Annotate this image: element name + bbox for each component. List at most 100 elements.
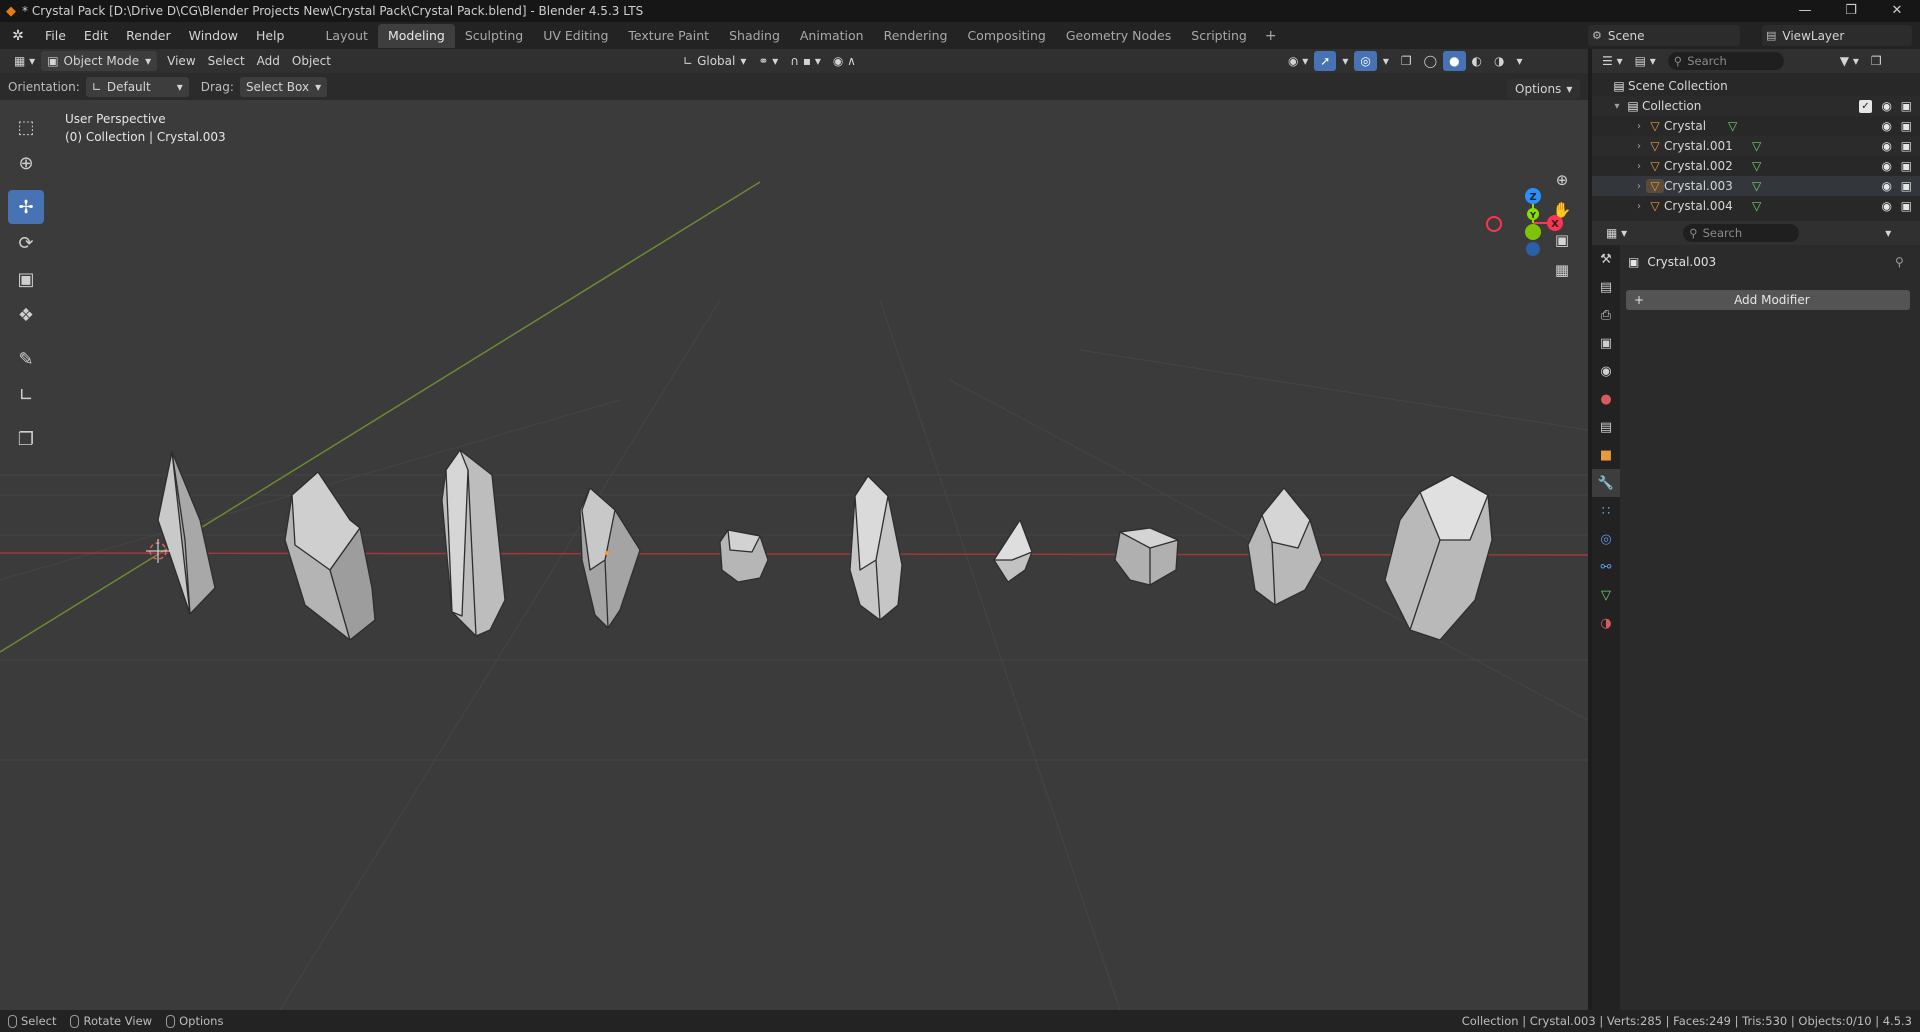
add-cube-tool-icon[interactable]: ❐ bbox=[8, 422, 44, 456]
crystal-mesh[interactable] bbox=[1247, 487, 1323, 606]
camera-view-icon[interactable]: ▣ bbox=[1548, 226, 1576, 254]
tab-rendering[interactable]: Rendering bbox=[874, 24, 958, 48]
camera-icon[interactable]: ▣ bbox=[1901, 199, 1912, 213]
physics-tab-icon[interactable]: ◎ bbox=[1592, 525, 1620, 553]
properties-editor-type-icon[interactable]: ▦ ▾ bbox=[1600, 223, 1633, 243]
close-button[interactable]: ✕ bbox=[1874, 0, 1920, 22]
tab-compositing[interactable]: Compositing bbox=[957, 24, 1055, 48]
mesh-data-icon[interactable]: ▽ bbox=[1752, 159, 1761, 173]
tab-animation[interactable]: Animation bbox=[790, 24, 874, 48]
outliner-object-row-selected[interactable]: › ▽ Crystal.003 ▽ ◉ ▣ bbox=[1592, 176, 1920, 196]
eye-icon[interactable]: ◉ bbox=[1882, 119, 1892, 133]
expand-right-icon[interactable]: › bbox=[1632, 161, 1646, 172]
cursor-tool-icon[interactable]: ⊕ bbox=[8, 146, 44, 180]
tab-shading[interactable]: Shading bbox=[719, 24, 790, 48]
menu-help[interactable]: Help bbox=[247, 28, 294, 43]
menu-select[interactable]: Select bbox=[202, 51, 251, 71]
crystal-mesh[interactable] bbox=[284, 471, 376, 641]
camera-icon[interactable]: ▣ bbox=[1901, 139, 1912, 153]
measure-tool-icon[interactable]: ∟ bbox=[8, 378, 44, 412]
mesh-data-icon[interactable]: ▽ bbox=[1752, 139, 1761, 153]
view-layer-tab-icon[interactable]: ▣ bbox=[1592, 329, 1620, 357]
minimize-button[interactable]: — bbox=[1782, 0, 1828, 22]
expand-right-icon[interactable]: › bbox=[1632, 181, 1646, 192]
annotate-tool-icon[interactable]: ✎ bbox=[8, 342, 44, 376]
menu-view[interactable]: View bbox=[161, 51, 201, 71]
3d-viewport[interactable]: X Y Z ⊕ ✋ ▣ ▦ bbox=[0, 100, 1588, 1010]
collection-tab-icon[interactable]: ▤ bbox=[1592, 413, 1620, 441]
proportional-edit-icon[interactable]: ◉ ∧ bbox=[827, 51, 862, 71]
mesh-data-icon[interactable]: ▽ bbox=[1752, 199, 1761, 213]
outliner-object-row[interactable]: › ▽ Crystal.002 ▽ ◉ ▣ bbox=[1592, 156, 1920, 176]
mesh-data-icon[interactable]: ▽ bbox=[1752, 179, 1761, 193]
add-modifier-button[interactable]: + Add Modifier bbox=[1626, 290, 1910, 310]
editor-type-icon[interactable]: ▦ ▾ bbox=[8, 51, 41, 71]
scale-tool-icon[interactable]: ▣ bbox=[8, 262, 44, 296]
constraints-tab-icon[interactable]: ⚯ bbox=[1592, 553, 1620, 581]
transform-tool-icon[interactable]: ❖ bbox=[8, 298, 44, 332]
expand-right-icon[interactable]: › bbox=[1632, 141, 1646, 152]
menu-add[interactable]: Add bbox=[251, 51, 286, 71]
crystal-mesh[interactable] bbox=[849, 475, 903, 621]
crystal-mesh[interactable] bbox=[1114, 527, 1179, 586]
object-tab-icon[interactable]: ■ bbox=[1592, 441, 1620, 469]
material-shading-icon[interactable]: ◐ bbox=[1466, 51, 1488, 71]
crystal-mesh[interactable] bbox=[157, 451, 216, 615]
world-tab-icon[interactable]: ● bbox=[1592, 385, 1620, 413]
crystal-mesh[interactable] bbox=[1384, 474, 1493, 641]
properties-search-input[interactable]: ⚲ Search bbox=[1683, 224, 1800, 242]
camera-icon[interactable]: ▣ bbox=[1901, 159, 1912, 173]
particles-tab-icon[interactable]: ∷ bbox=[1592, 497, 1620, 525]
expand-right-icon[interactable]: › bbox=[1632, 121, 1646, 132]
scene-tab-icon[interactable]: ◉ bbox=[1592, 357, 1620, 385]
tab-texture-paint[interactable]: Texture Paint bbox=[618, 24, 719, 48]
view-layer-selector[interactable]: ▤ ViewLayer bbox=[1762, 25, 1912, 46]
crystal-mesh[interactable] bbox=[441, 449, 506, 637]
tool-tab-icon[interactable]: ⚒ bbox=[1592, 245, 1620, 273]
menu-edit[interactable]: Edit bbox=[75, 28, 117, 43]
material-tab-icon[interactable]: ◑ bbox=[1592, 609, 1620, 637]
menu-render[interactable]: Render bbox=[117, 28, 180, 43]
tab-sculpting[interactable]: Sculpting bbox=[455, 24, 533, 48]
modifiers-tab-icon[interactable]: 🔧 bbox=[1592, 469, 1620, 497]
zoom-icon[interactable]: ⊕ bbox=[1548, 166, 1576, 194]
outliner-object-row[interactable]: › ▽ Crystal.004 ▽ ◉ ▣ bbox=[1592, 196, 1920, 216]
expand-down-icon[interactable]: ▾ bbox=[1610, 101, 1624, 112]
eye-icon[interactable]: ◉ bbox=[1882, 139, 1892, 153]
snap-icon[interactable]: ∩ ▪ ▾ bbox=[784, 51, 827, 71]
mesh-data-icon[interactable]: ▽ bbox=[1728, 119, 1737, 133]
chevron-down-icon[interactable]: ▾ bbox=[1336, 51, 1354, 71]
new-collection-icon[interactable]: ❐ bbox=[1865, 51, 1888, 71]
rendered-shading-icon[interactable]: ◑ bbox=[1488, 51, 1510, 71]
scene-selector[interactable]: ⚙ Scene bbox=[1588, 25, 1740, 46]
outliner-scene-collection[interactable]: ▤ Scene Collection bbox=[1592, 76, 1920, 96]
output-tab-icon[interactable]: ⎙ bbox=[1592, 301, 1620, 329]
crystal-objects[interactable] bbox=[157, 449, 1493, 641]
overlays-icon[interactable]: ◎ bbox=[1354, 51, 1377, 71]
chevron-down-icon[interactable]: ▾ bbox=[1377, 51, 1395, 71]
filter-icon[interactable]: ▼ ▾ bbox=[1834, 51, 1865, 71]
menu-object[interactable]: Object bbox=[286, 51, 337, 71]
outliner-object-row[interactable]: › ▽ Crystal.001 ▽ ◉ ▣ bbox=[1592, 136, 1920, 156]
pivot-point-icon[interactable]: ⚭ ▾ bbox=[752, 51, 784, 71]
options-button[interactable]: Options ▾ bbox=[1507, 79, 1581, 99]
tab-geometry-nodes[interactable]: Geometry Nodes bbox=[1056, 24, 1181, 48]
camera-icon[interactable]: ▣ bbox=[1901, 99, 1912, 113]
outliner-editor-type-icon[interactable]: ☰ ▾ bbox=[1596, 51, 1629, 71]
outliner-collection[interactable]: ▾ ▤ Collection ✓ ◉ ▣ bbox=[1592, 96, 1920, 116]
crystal-mesh[interactable] bbox=[993, 519, 1033, 583]
menu-window[interactable]: Window bbox=[180, 28, 247, 43]
mode-selector[interactable]: ▣ Object Mode ▾ bbox=[41, 51, 158, 71]
menu-file[interactable]: File bbox=[36, 28, 75, 43]
display-mode-icon[interactable]: ▤ ▾ bbox=[1629, 51, 1662, 71]
eye-icon[interactable]: ◉ bbox=[1882, 179, 1892, 193]
solid-shading-icon[interactable]: ● bbox=[1443, 51, 1466, 71]
chevron-down-icon[interactable]: ▾ bbox=[1879, 223, 1897, 243]
blender-menu-icon[interactable]: ✲ bbox=[0, 28, 36, 44]
data-tab-icon[interactable]: ▽ bbox=[1592, 581, 1620, 609]
drag-selector[interactable]: Select Box ▾ bbox=[239, 76, 328, 97]
tab-layout[interactable]: Layout bbox=[315, 24, 378, 48]
eye-icon[interactable]: ◉ bbox=[1882, 199, 1892, 213]
eye-icon[interactable]: ◉ bbox=[1882, 99, 1892, 113]
chevron-down-icon[interactable]: ▾ bbox=[1511, 51, 1529, 71]
